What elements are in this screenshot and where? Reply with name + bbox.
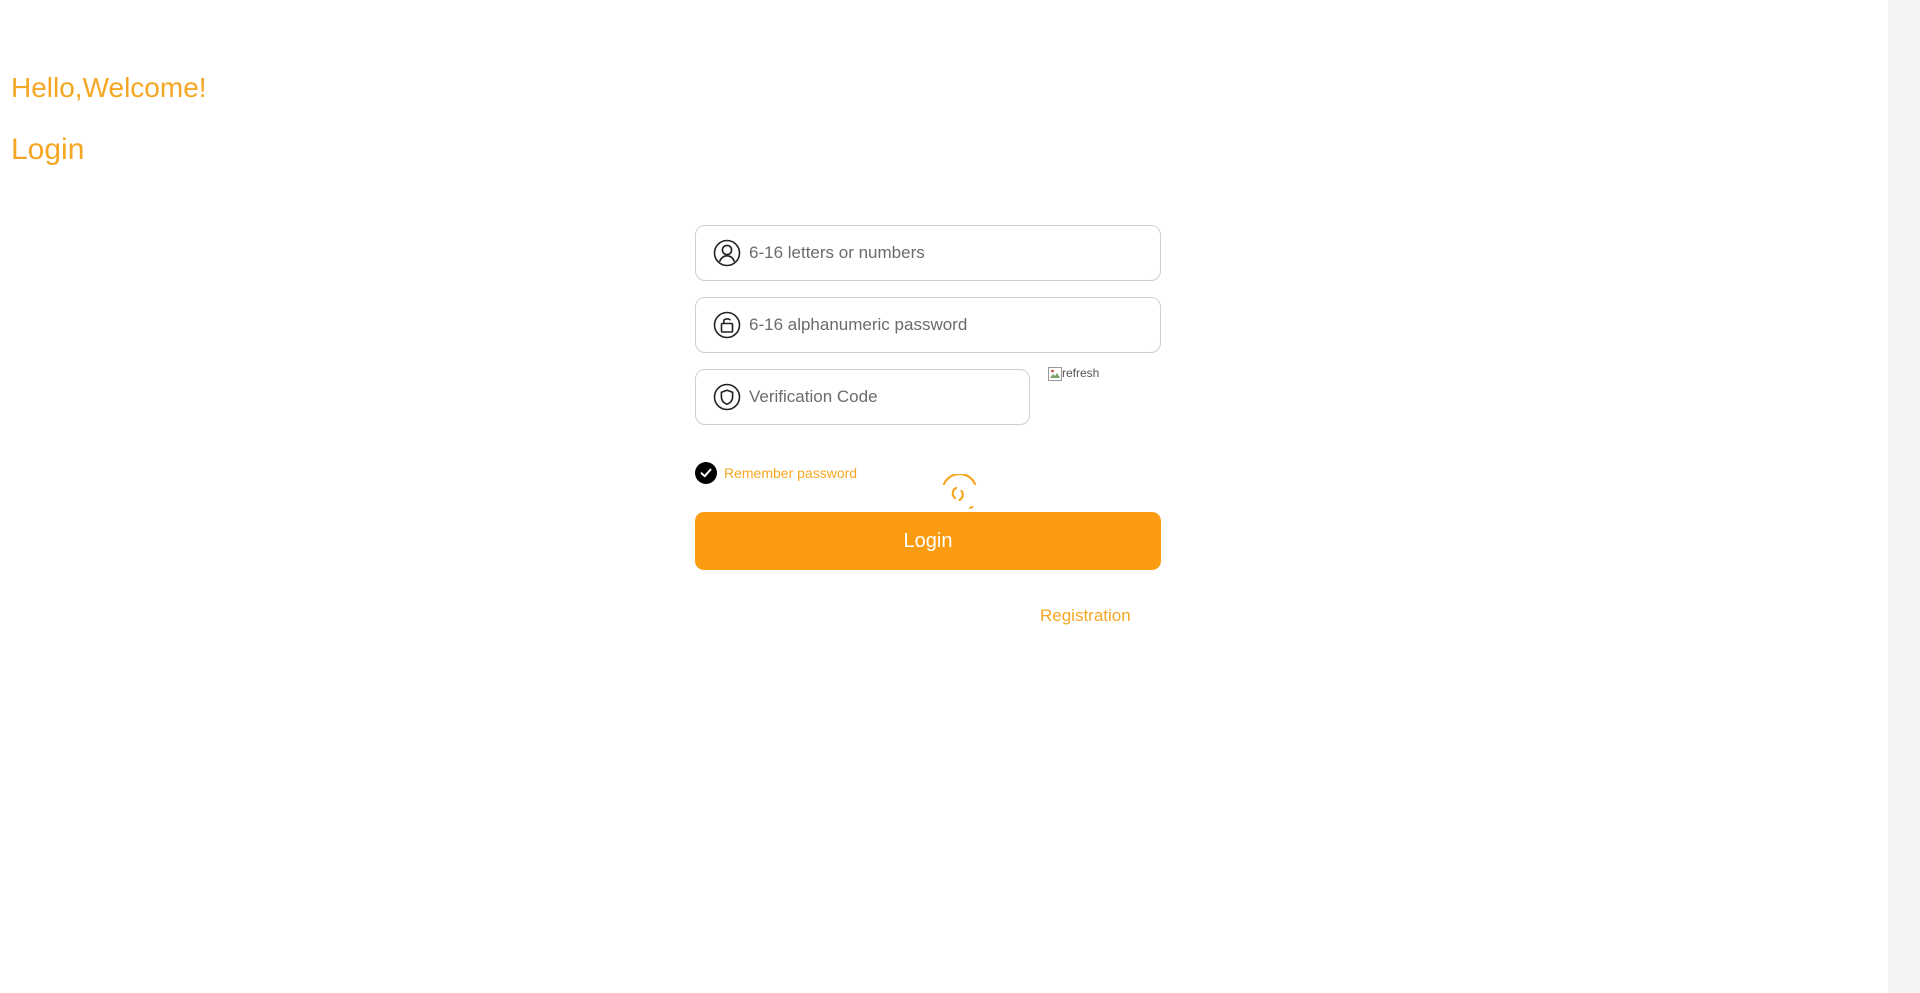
loading-spinner-icon [942,474,977,509]
scrollbar-track[interactable] [1888,0,1920,993]
username-field[interactable] [695,225,1161,281]
remember-password-toggle[interactable]: Remember password [695,462,857,484]
verification-input[interactable] [749,377,1029,417]
welcome-heading: Hello,Welcome! [11,72,207,103]
lock-icon [713,311,741,339]
remember-password-label: Remember password [724,465,858,481]
password-field[interactable] [695,297,1161,353]
verification-field[interactable] [695,369,1030,425]
captcha-image[interactable]: refresh [1048,366,1099,381]
broken-image-icon [1048,367,1062,381]
page-title: Login [11,133,85,166]
password-input[interactable] [749,305,1160,345]
registration-link[interactable]: Registration [1040,606,1131,626]
login-button[interactable]: Login [695,512,1161,570]
captcha-alt-text: refresh [1062,366,1100,380]
login-page: Hello,Welcome! Login 6-16 letters or num… [0,0,1920,993]
checkmark-icon[interactable] [695,462,717,484]
user-icon [713,239,741,267]
username-input[interactable] [749,233,1160,273]
shield-icon [713,383,741,411]
